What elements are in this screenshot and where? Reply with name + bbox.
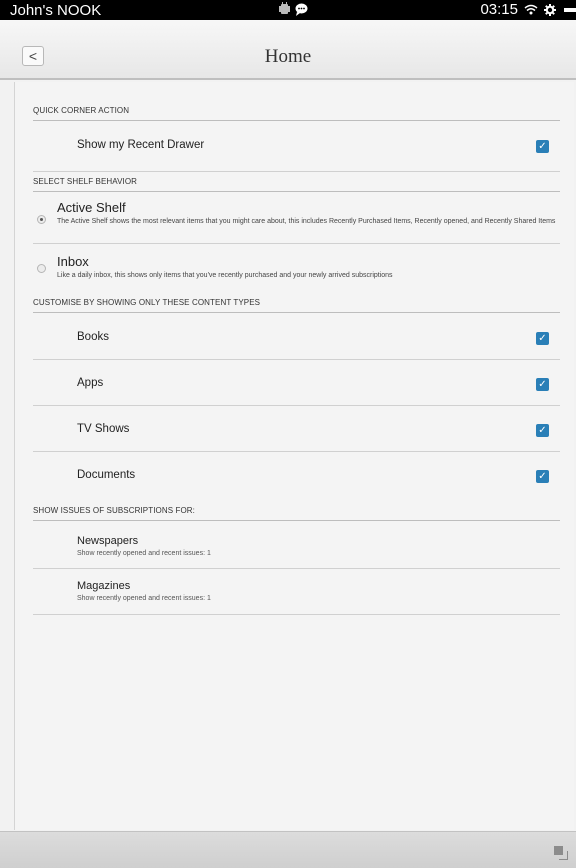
wifi-icon <box>524 4 538 15</box>
app-bar: < Home <box>0 20 576 80</box>
subscription-title: Magazines <box>77 580 131 592</box>
row-documents[interactable]: Documents ✓ <box>33 452 560 498</box>
subscription-description: Show recently opened and recent issues: … <box>77 550 211 557</box>
clock: 03:15 <box>480 1 518 18</box>
row-label: Show my Recent Drawer <box>77 139 205 151</box>
option-title: Inbox <box>57 254 89 269</box>
section-header-shelf-behavior: SELECT SHELF BEHAVIOR <box>33 177 560 192</box>
row-apps[interactable]: Apps ✓ <box>33 360 560 406</box>
option-title: Active Shelf <box>57 200 126 215</box>
row-newspapers[interactable]: Newspapers Show recently opened and rece… <box>33 522 560 569</box>
checkbox-books[interactable]: ✓ <box>536 332 549 345</box>
section-header-content-types: CUSTOMISE BY SHOWING ONLY THESE CONTENT … <box>33 298 560 313</box>
row-label: TV Shows <box>77 423 130 435</box>
android-debug-icon <box>279 2 290 14</box>
subscription-description: Show recently opened and recent issues: … <box>77 595 211 602</box>
row-tv-shows[interactable]: TV Shows ✓ <box>33 406 560 452</box>
quick-corner-icon[interactable] <box>554 846 568 860</box>
checkbox-documents[interactable]: ✓ <box>536 470 549 483</box>
section-header-quick-corner: QUICK CORNER ACTION <box>33 106 560 121</box>
option-description: Like a daily inbox, this shows only item… <box>57 272 393 279</box>
row-label: Books <box>77 331 109 343</box>
subscription-title: Newspapers <box>77 535 139 547</box>
row-label: Apps <box>77 377 104 389</box>
bottom-bar <box>0 831 576 868</box>
row-magazines[interactable]: Magazines Show recently opened and recen… <box>33 569 560 615</box>
checkbox-tv-shows[interactable]: ✓ <box>536 424 549 437</box>
option-inbox[interactable]: Inbox Like a daily inbox, this shows onl… <box>33 244 560 290</box>
device-name: John's NOOK <box>10 1 102 19</box>
checkbox-recent-drawer[interactable]: ✓ <box>536 140 549 153</box>
option-description: The Active Shelf shows the most relevant… <box>57 218 556 225</box>
settings-icon[interactable] <box>544 3 556 16</box>
chat-bubble-icon <box>295 3 308 16</box>
corner-outline-icon <box>559 851 568 860</box>
row-label: Documents <box>77 469 136 481</box>
battery-icon <box>564 7 576 12</box>
status-indicators: 03:15 <box>480 1 576 18</box>
radio-active-shelf[interactable] <box>37 215 46 224</box>
section-header-subscriptions: SHOW ISSUES OF SUBSCRIPTIONS FOR: <box>33 506 560 521</box>
page-title: Home <box>264 46 312 67</box>
radio-inbox[interactable] <box>37 264 46 273</box>
option-active-shelf[interactable]: Active Shelf The Active Shelf shows the … <box>33 193 560 244</box>
checkbox-apps[interactable]: ✓ <box>536 378 549 391</box>
row-books[interactable]: Books ✓ <box>33 314 560 360</box>
settings-panel: QUICK CORNER ACTION Show my Recent Drawe… <box>14 82 574 830</box>
notification-icons <box>278 2 308 16</box>
row-recent-drawer[interactable]: Show my Recent Drawer ✓ <box>33 122 560 172</box>
status-bar: John's NOOK 03:15 <box>0 0 576 20</box>
